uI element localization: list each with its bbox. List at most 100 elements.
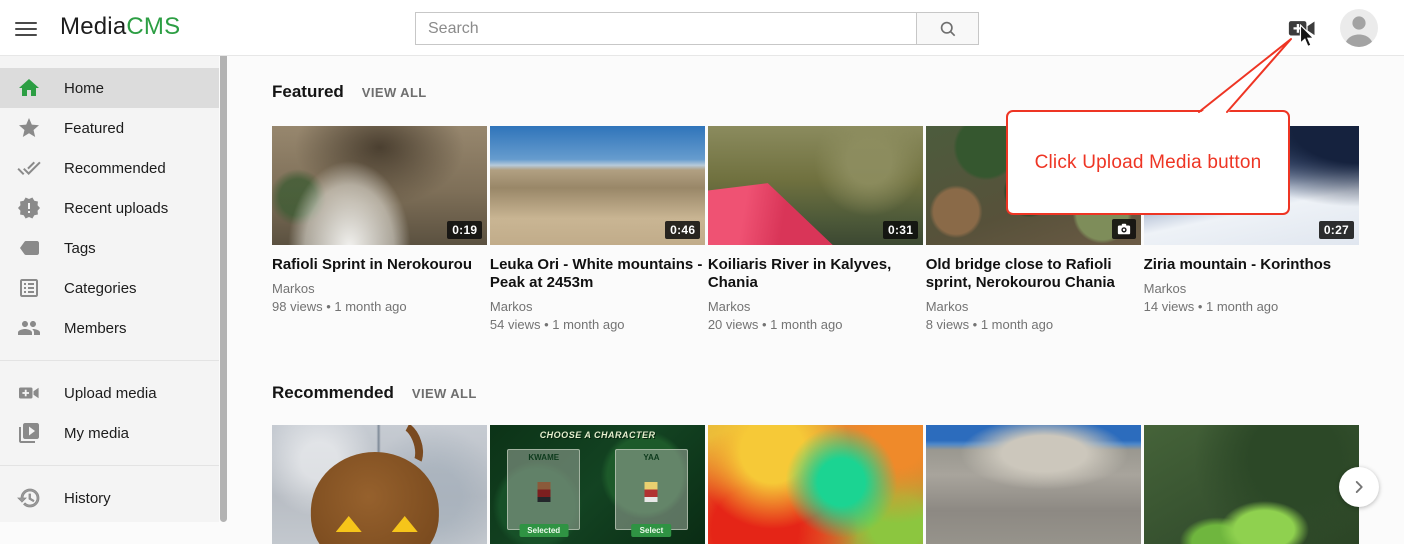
sidebar-item-label: History bbox=[64, 490, 111, 507]
sidebar-item-recommended[interactable]: Recommended bbox=[0, 148, 219, 188]
media-card: 0:31 Koiliaris River in Kalyves, Chania … bbox=[708, 126, 923, 332]
media-meta: 54 views • 1 month ago bbox=[490, 317, 705, 332]
sidebar-item-label: Tags bbox=[64, 240, 96, 257]
logo-text-media: Media bbox=[60, 13, 126, 40]
duration-badge: 0:46 bbox=[665, 221, 700, 239]
game-heading-text: CHOOSE A CHARACTER bbox=[490, 430, 705, 440]
sidebar-item-label: Recommended bbox=[64, 160, 166, 177]
search-input[interactable] bbox=[415, 12, 917, 45]
duration-badge: 0:27 bbox=[1319, 221, 1354, 239]
video-thumbnail-pumpkin[interactable] bbox=[272, 425, 487, 544]
sidebar-divider bbox=[0, 465, 219, 466]
hamburger-menu-icon[interactable] bbox=[14, 16, 42, 40]
app-logo[interactable]: MediaCMS bbox=[60, 13, 180, 41]
search-button[interactable] bbox=[916, 12, 979, 45]
duration-badge: 0:31 bbox=[883, 221, 918, 239]
annotation-text: Click Upload Media button bbox=[1035, 152, 1262, 174]
sidebar-item-recent-uploads[interactable]: Recent uploads bbox=[0, 188, 219, 228]
search-bar bbox=[415, 12, 979, 45]
media-author[interactable]: Markos bbox=[272, 281, 487, 296]
game-select-button-label: Select bbox=[632, 524, 672, 537]
new-releases-icon bbox=[17, 196, 41, 220]
sidebar-item-label: Members bbox=[64, 320, 127, 337]
video-thumbnail-green-leaves[interactable] bbox=[1144, 425, 1359, 544]
video-thumbnail-rocky-mountain[interactable] bbox=[926, 425, 1141, 544]
game-character-panel: YAA Select bbox=[615, 449, 688, 530]
sidebar-item-my-media[interactable]: My media bbox=[0, 413, 219, 453]
game-character-panel: KWAME Selected bbox=[507, 449, 580, 530]
search-icon bbox=[938, 19, 958, 39]
media-title[interactable]: Koiliaris River in Kalyves, Chania bbox=[708, 256, 923, 292]
media-meta: 20 views • 1 month ago bbox=[708, 317, 923, 332]
game-character-name: YAA bbox=[616, 453, 687, 462]
camera-icon bbox=[1117, 223, 1131, 235]
media-meta: 8 views • 1 month ago bbox=[926, 317, 1141, 332]
recommended-section: Recommended VIEW ALL CHOOSE A CHARACTER … bbox=[272, 383, 1359, 544]
media-title[interactable]: Ziria mountain - Korinthos bbox=[1144, 256, 1359, 274]
sidebar-item-featured[interactable]: Featured bbox=[0, 108, 219, 148]
section-title-recommended: Recommended bbox=[272, 383, 394, 403]
media-card: 0:19 Rafioli Sprint in Nerokourou Markos… bbox=[272, 126, 487, 332]
sidebar-item-label: My media bbox=[64, 425, 129, 442]
history-icon bbox=[17, 486, 41, 510]
media-meta: 98 views • 1 month ago bbox=[272, 299, 487, 314]
game-select-button-label: Selected bbox=[519, 524, 568, 537]
media-card bbox=[926, 425, 1141, 544]
media-card bbox=[1144, 425, 1359, 544]
mouse-cursor bbox=[1296, 24, 1318, 48]
media-author[interactable]: Markos bbox=[708, 299, 923, 314]
list-icon bbox=[17, 276, 41, 300]
double-check-icon bbox=[17, 156, 41, 180]
video-thumbnail-mountains[interactable]: 0:46 bbox=[490, 126, 705, 245]
section-title-featured: Featured bbox=[272, 82, 344, 102]
featured-view-all-link[interactable]: VIEW ALL bbox=[362, 85, 427, 100]
media-card bbox=[272, 425, 487, 544]
sidebar-item-members[interactable]: Members bbox=[0, 308, 219, 348]
sidebar-item-label: Recent uploads bbox=[64, 200, 168, 217]
user-avatar[interactable] bbox=[1340, 9, 1378, 47]
media-author[interactable]: Markos bbox=[490, 299, 705, 314]
game-character-name: KWAME bbox=[508, 453, 579, 462]
media-title[interactable]: Old bridge close to Rafioli sprint, Nero… bbox=[926, 256, 1141, 292]
media-author[interactable]: Markos bbox=[1144, 281, 1359, 296]
video-thumbnail-waterfall[interactable]: 0:19 bbox=[272, 126, 487, 245]
sidebar-item-upload-media[interactable]: Upload media bbox=[0, 373, 219, 413]
home-icon bbox=[17, 76, 41, 100]
duration-badge: 0:19 bbox=[447, 221, 482, 239]
video-thumbnail-game[interactable]: CHOOSE A CHARACTER KWAME Selected YAA Se… bbox=[490, 425, 705, 544]
game-character-sprite bbox=[537, 482, 550, 502]
people-icon bbox=[17, 316, 41, 340]
sidebar-item-label: Upload media bbox=[64, 385, 157, 402]
carousel-next-button[interactable] bbox=[1339, 467, 1379, 507]
video-thumbnail-river[interactable]: 0:31 bbox=[708, 126, 923, 245]
annotation-callout: Click Upload Media button bbox=[1006, 110, 1290, 215]
recommended-view-all-link[interactable]: VIEW ALL bbox=[412, 386, 477, 401]
logo-text-cms: CMS bbox=[126, 13, 180, 40]
sidebar-divider bbox=[0, 360, 219, 361]
media-card: CHOOSE A CHARACTER KWAME Selected YAA Se… bbox=[490, 425, 705, 544]
upload-media-icon bbox=[17, 381, 41, 405]
person-icon bbox=[1340, 9, 1378, 47]
media-title[interactable]: Rafioli Sprint in Nerokourou bbox=[272, 256, 487, 274]
photo-badge bbox=[1112, 219, 1136, 239]
annotation-callout-tail bbox=[1190, 32, 1300, 116]
sidebar-item-label: Featured bbox=[64, 120, 124, 137]
video-library-icon bbox=[17, 421, 41, 445]
star-icon bbox=[17, 116, 41, 140]
sidebar: Home Featured Recommended Recent uploads… bbox=[0, 56, 219, 522]
media-title[interactable]: Leuka Ori - White mountains - Peak at 24… bbox=[490, 256, 705, 292]
media-card bbox=[708, 425, 923, 544]
sidebar-item-categories[interactable]: Categories bbox=[0, 268, 219, 308]
tag-icon bbox=[17, 236, 41, 260]
sidebar-item-tags[interactable]: Tags bbox=[0, 228, 219, 268]
sidebar-item-home[interactable]: Home bbox=[0, 68, 219, 108]
sidebar-item-history[interactable]: History bbox=[0, 478, 219, 518]
media-card: 0:46 Leuka Ori - White mountains - Peak … bbox=[490, 126, 705, 332]
sidebar-item-label: Categories bbox=[64, 280, 137, 297]
media-meta: 14 views • 1 month ago bbox=[1144, 299, 1359, 314]
sidebar-scrollbar[interactable] bbox=[220, 50, 227, 522]
video-thumbnail-abstract-colors[interactable] bbox=[708, 425, 923, 544]
game-character-sprite bbox=[645, 482, 658, 502]
media-author[interactable]: Markos bbox=[926, 299, 1141, 314]
chevron-right-icon bbox=[1348, 476, 1370, 498]
